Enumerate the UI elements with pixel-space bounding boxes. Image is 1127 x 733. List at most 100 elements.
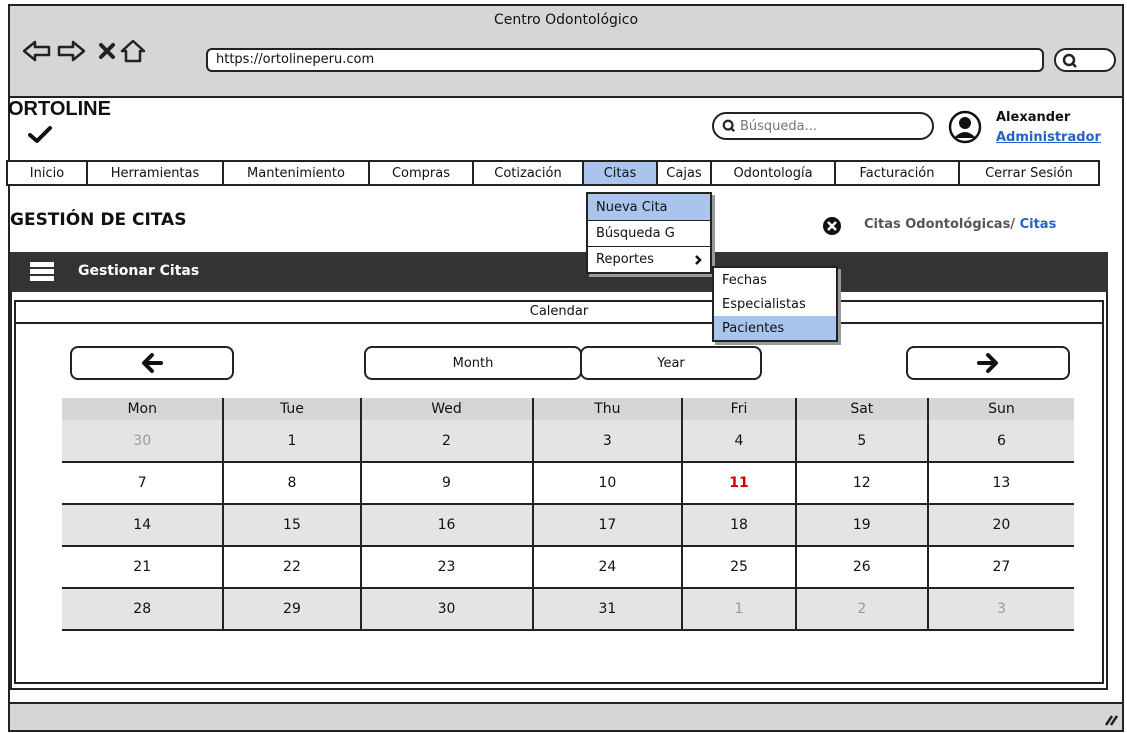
menu-item-inicio[interactable]: Inicio <box>8 160 88 186</box>
calendar-day[interactable]: 3 <box>532 420 684 463</box>
calendar-day[interactable]: 20 <box>927 504 1074 547</box>
breadcrumb-current: Citas <box>1019 217 1057 232</box>
weekday-header: Tue <box>223 398 362 420</box>
menu-item-cotizacion[interactable]: Cotización <box>474 160 584 186</box>
calendar-day[interactable]: 3 <box>927 588 1074 631</box>
menu-item-facturacion[interactable]: Facturación <box>836 160 960 186</box>
calendar-week-row: 28 29 30 31 1 2 3 <box>62 588 1074 631</box>
weekday-header: Sat <box>795 398 929 420</box>
check-icon <box>28 126 52 143</box>
calendar-day[interactable]: 15 <box>223 504 362 547</box>
breadcrumb: Citas Odontológicas/ Citas <box>864 217 1056 232</box>
menu-item-especialistas[interactable]: Especialistas <box>714 292 836 316</box>
year-button[interactable]: Year <box>580 346 762 380</box>
calendar-day[interactable]: 9 <box>360 462 534 505</box>
calendar-day[interactable]: 17 <box>532 504 684 547</box>
weekday-header: Fri <box>682 398 797 420</box>
calendar-day[interactable]: 2 <box>795 588 929 631</box>
reportes-submenu: Fechas Especialistas Pacientes <box>712 266 838 342</box>
calendar-day[interactable]: 19 <box>795 504 929 547</box>
weekday-header: Thu <box>532 398 684 420</box>
calendar-day[interactable]: 10 <box>532 462 684 505</box>
calendar-day[interactable]: 25 <box>682 546 797 589</box>
panel-header: Gestionar Citas <box>10 252 1108 292</box>
citas-dropdown-menu: Nueva Cita Búsqueda G Reportes <box>586 192 712 274</box>
calendar-day[interactable]: 13 <box>927 462 1074 505</box>
menu-item-reportes[interactable]: Reportes <box>588 246 710 272</box>
calendar-week-row: 30 1 2 3 4 5 6 <box>62 420 1074 463</box>
calendar-day[interactable]: 1 <box>223 420 362 463</box>
calendar-day[interactable]: 24 <box>532 546 684 589</box>
menu-item-busqueda[interactable]: Búsqueda G <box>588 220 710 246</box>
resize-grip-icon[interactable] <box>1102 712 1118 726</box>
calendar-caption: Calendar <box>16 302 1102 324</box>
weekday-header: Wed <box>360 398 534 420</box>
calendar-day[interactable]: 4 <box>682 420 797 463</box>
page-title: GESTIÓN DE CITAS <box>10 210 187 230</box>
calendar-day[interactable]: 6 <box>927 420 1074 463</box>
avatar[interactable] <box>948 110 982 144</box>
calendar-day[interactable]: 8 <box>223 462 362 505</box>
main-menu: Inicio Herramientas Mantenimiento Compra… <box>6 160 1100 186</box>
user-role-link[interactable]: Administrador <box>996 130 1101 145</box>
calendar-day[interactable]: 21 <box>62 546 225 589</box>
calendar-day[interactable]: 31 <box>532 588 684 631</box>
calendar-day[interactable]: 12 <box>795 462 929 505</box>
close-icon[interactable] <box>822 216 842 236</box>
calendar-day[interactable]: 29 <box>223 588 362 631</box>
calendar-week-row: 21 22 23 24 25 26 27 <box>62 546 1074 589</box>
breadcrumb-parent[interactable]: Citas Odontológicas/ <box>864 217 1015 232</box>
browser-toolbar: Centro Odontológico https://ortolineperu… <box>10 6 1122 98</box>
calendar-day[interactable]: 18 <box>682 504 797 547</box>
menu-item-odontologia[interactable]: Odontología <box>712 160 836 186</box>
menu-item-cerrar-sesion[interactable]: Cerrar Sesión <box>960 160 1100 186</box>
prev-month-button[interactable] <box>70 346 234 380</box>
menu-item-mantenimiento[interactable]: Mantenimiento <box>224 160 370 186</box>
calendar-day[interactable]: 22 <box>223 546 362 589</box>
panel-title: Gestionar Citas <box>78 263 200 279</box>
calendar-day[interactable]: 27 <box>927 546 1074 589</box>
menu-item-citas[interactable]: Citas <box>584 160 658 186</box>
calendar-day-today[interactable]: 11 <box>682 462 797 505</box>
calendar-grid: Mon Tue Wed Thu Fri Sat Sun 30 1 2 3 4 5… <box>62 398 1074 631</box>
calendar-day[interactable]: 23 <box>360 546 534 589</box>
menu-item-pacientes[interactable]: Pacientes <box>714 316 836 340</box>
user-name: Alexander <box>996 110 1071 125</box>
calendar-week-row: 7 8 9 10 11 12 13 <box>62 462 1074 505</box>
chevron-right-icon <box>695 254 702 265</box>
month-button[interactable]: Month <box>364 346 582 380</box>
menu-item-herramientas[interactable]: Herramientas <box>88 160 224 186</box>
list-icon <box>30 262 54 281</box>
forward-arrow-icon[interactable] <box>56 36 86 66</box>
arrow-right-icon <box>977 353 998 373</box>
calendar-day[interactable]: 1 <box>682 588 797 631</box>
next-month-button[interactable] <box>906 346 1070 380</box>
home-icon[interactable] <box>118 36 148 66</box>
calendar-day[interactable]: 30 <box>62 420 225 463</box>
window-title: Centro Odontológico <box>493 12 639 28</box>
search-input[interactable] <box>740 118 910 134</box>
search-field[interactable] <box>712 112 934 140</box>
calendar-day[interactable]: 28 <box>62 588 225 631</box>
browser-search-button[interactable] <box>1054 48 1116 72</box>
url-field[interactable]: https://ortolineperu.com <box>206 48 1044 72</box>
menu-item-cajas[interactable]: Cajas <box>658 160 712 186</box>
status-bar <box>10 702 1122 730</box>
menu-item-compras[interactable]: Compras <box>370 160 474 186</box>
back-arrow-icon[interactable] <box>22 36 52 66</box>
menu-item-nueva-cita[interactable]: Nueva Cita <box>588 194 710 220</box>
calendar-day[interactable]: 30 <box>360 588 534 631</box>
logo: ORTOLINE <box>8 98 111 120</box>
calendar-day[interactable]: 16 <box>360 504 534 547</box>
calendar-day[interactable]: 5 <box>795 420 929 463</box>
menu-item-reportes-label: Reportes <box>596 252 654 267</box>
calendar-day[interactable]: 26 <box>795 546 929 589</box>
calendar-day[interactable]: 14 <box>62 504 225 547</box>
search-icon <box>722 119 736 133</box>
calendar-day[interactable]: 2 <box>360 420 534 463</box>
calendar-week-row: 14 15 16 17 18 19 20 <box>62 504 1074 547</box>
menu-item-fechas[interactable]: Fechas <box>714 268 836 292</box>
arrow-left-icon <box>142 353 163 373</box>
weekday-header: Sun <box>927 398 1074 420</box>
calendar-day[interactable]: 7 <box>62 462 225 505</box>
